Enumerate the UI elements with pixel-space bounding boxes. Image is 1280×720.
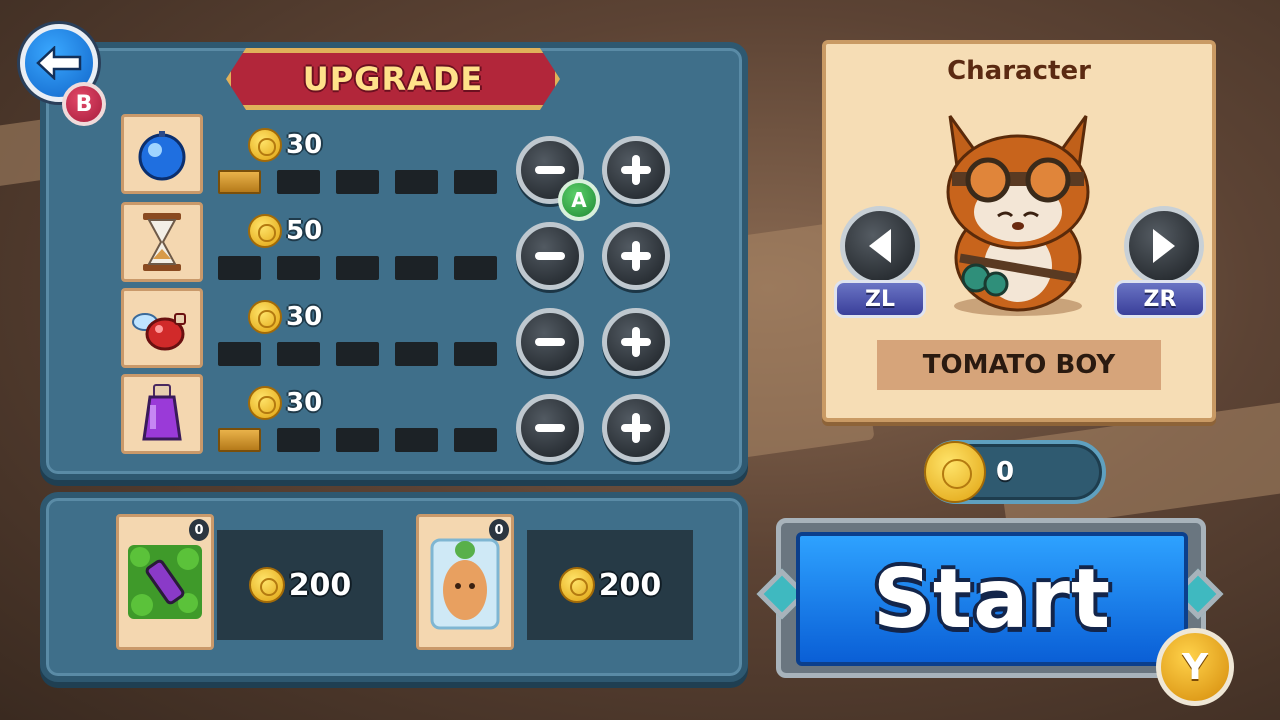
increase-button[interactable] [602, 136, 670, 204]
increase-button[interactable] [602, 308, 670, 376]
upgrade-level-bar [218, 170, 497, 194]
plus-icon [632, 413, 640, 443]
shop-price-value: 200 [598, 567, 662, 603]
coin-icon [924, 441, 986, 503]
level-segment [218, 170, 261, 194]
level-segment [218, 342, 261, 366]
a-button-badge: A [558, 179, 600, 221]
winged-potion-icon [132, 313, 186, 351]
upgrade-cost-value: 30 [286, 388, 323, 418]
character-heading: Character [947, 56, 1091, 86]
increase-button[interactable] [602, 222, 670, 290]
upgrade-cost: 50 [248, 214, 322, 248]
coin-icon [248, 300, 282, 334]
upgrade-cost-value: 30 [286, 130, 323, 160]
level-segment [336, 342, 379, 366]
arrow-left-icon [36, 46, 82, 80]
level-segment [277, 342, 320, 366]
shop-price[interactable]: 200 [527, 530, 693, 640]
start-button-label: Start [872, 551, 1112, 647]
upgrade-level-bar [218, 428, 497, 452]
upgrade-cost-value: 30 [286, 302, 323, 332]
upgrade-cost: 30 [248, 128, 322, 162]
decrease-button[interactable] [516, 394, 584, 462]
upgrade-cost: 30 [248, 300, 322, 334]
decrease-button[interactable] [516, 222, 584, 290]
owned-count-badge: 0 [489, 519, 509, 541]
upgrade-item-card [121, 288, 203, 368]
triangle-left-icon [869, 229, 891, 263]
purple-potion-icon [142, 384, 182, 441]
zr-button-label: ZR [1114, 280, 1206, 318]
level-segment [395, 170, 438, 194]
level-segment [336, 170, 379, 194]
plus-icon [632, 327, 640, 357]
level-segment [218, 428, 261, 452]
next-character-button[interactable] [1124, 206, 1204, 286]
zl-button-label: ZL [834, 280, 926, 318]
b-button-badge: B [62, 82, 106, 126]
level-segment [454, 256, 497, 280]
upgrade-cost-value: 50 [286, 216, 323, 246]
level-segment [395, 342, 438, 366]
upgrade-level-bar [218, 256, 497, 280]
level-segment [395, 428, 438, 452]
level-segment [277, 256, 320, 280]
shop-item-card[interactable]: 0 [416, 514, 514, 650]
shop-item-card[interactable]: 0 [116, 514, 214, 650]
coin-icon [248, 128, 282, 162]
upgrade-item-card [121, 202, 203, 282]
level-segment [218, 256, 261, 280]
increase-button[interactable] [602, 394, 670, 462]
upgrade-title-banner: UPGRADE [226, 48, 560, 110]
upgrade-item-card [121, 114, 203, 194]
potion-in-leaves-icon [128, 545, 202, 619]
triangle-right-icon [1153, 229, 1175, 263]
coin-balance-value: 0 [996, 457, 1015, 487]
coin-icon [558, 567, 595, 603]
minus-icon [535, 424, 565, 432]
level-segment [395, 256, 438, 280]
upgrade-cost: 30 [248, 386, 322, 420]
blue-orb-icon [138, 131, 186, 181]
hourglass-icon [143, 213, 181, 271]
character-portrait [946, 115, 1090, 316]
level-segment [336, 428, 379, 452]
level-segment [277, 170, 320, 194]
level-segment [454, 342, 497, 366]
decrease-button[interactable] [516, 308, 584, 376]
upgrade-level-bar [218, 342, 497, 366]
minus-icon [535, 252, 565, 260]
level-segment [454, 428, 497, 452]
page-title: UPGRADE [302, 60, 484, 98]
level-segment [277, 428, 320, 452]
coin-icon [248, 567, 285, 603]
plus-icon [632, 155, 640, 185]
owned-count-badge: 0 [189, 519, 209, 541]
coin-icon [248, 214, 282, 248]
plus-icon [632, 241, 640, 271]
shop-price-value: 200 [288, 567, 352, 603]
coin-icon [248, 386, 282, 420]
start-button[interactable]: Start [796, 532, 1188, 666]
frozen-carrot-icon [430, 538, 500, 630]
level-segment [454, 170, 497, 194]
minus-icon [535, 166, 565, 174]
upgrade-item-card [121, 374, 203, 454]
shop-price[interactable]: 200 [217, 530, 383, 640]
character-name: TOMATO BOY [877, 340, 1161, 390]
y-button-badge: Y [1156, 628, 1234, 706]
coin-balance: 0 [924, 440, 1106, 504]
minus-icon [535, 338, 565, 346]
prev-character-button[interactable] [840, 206, 920, 286]
level-segment [336, 256, 379, 280]
